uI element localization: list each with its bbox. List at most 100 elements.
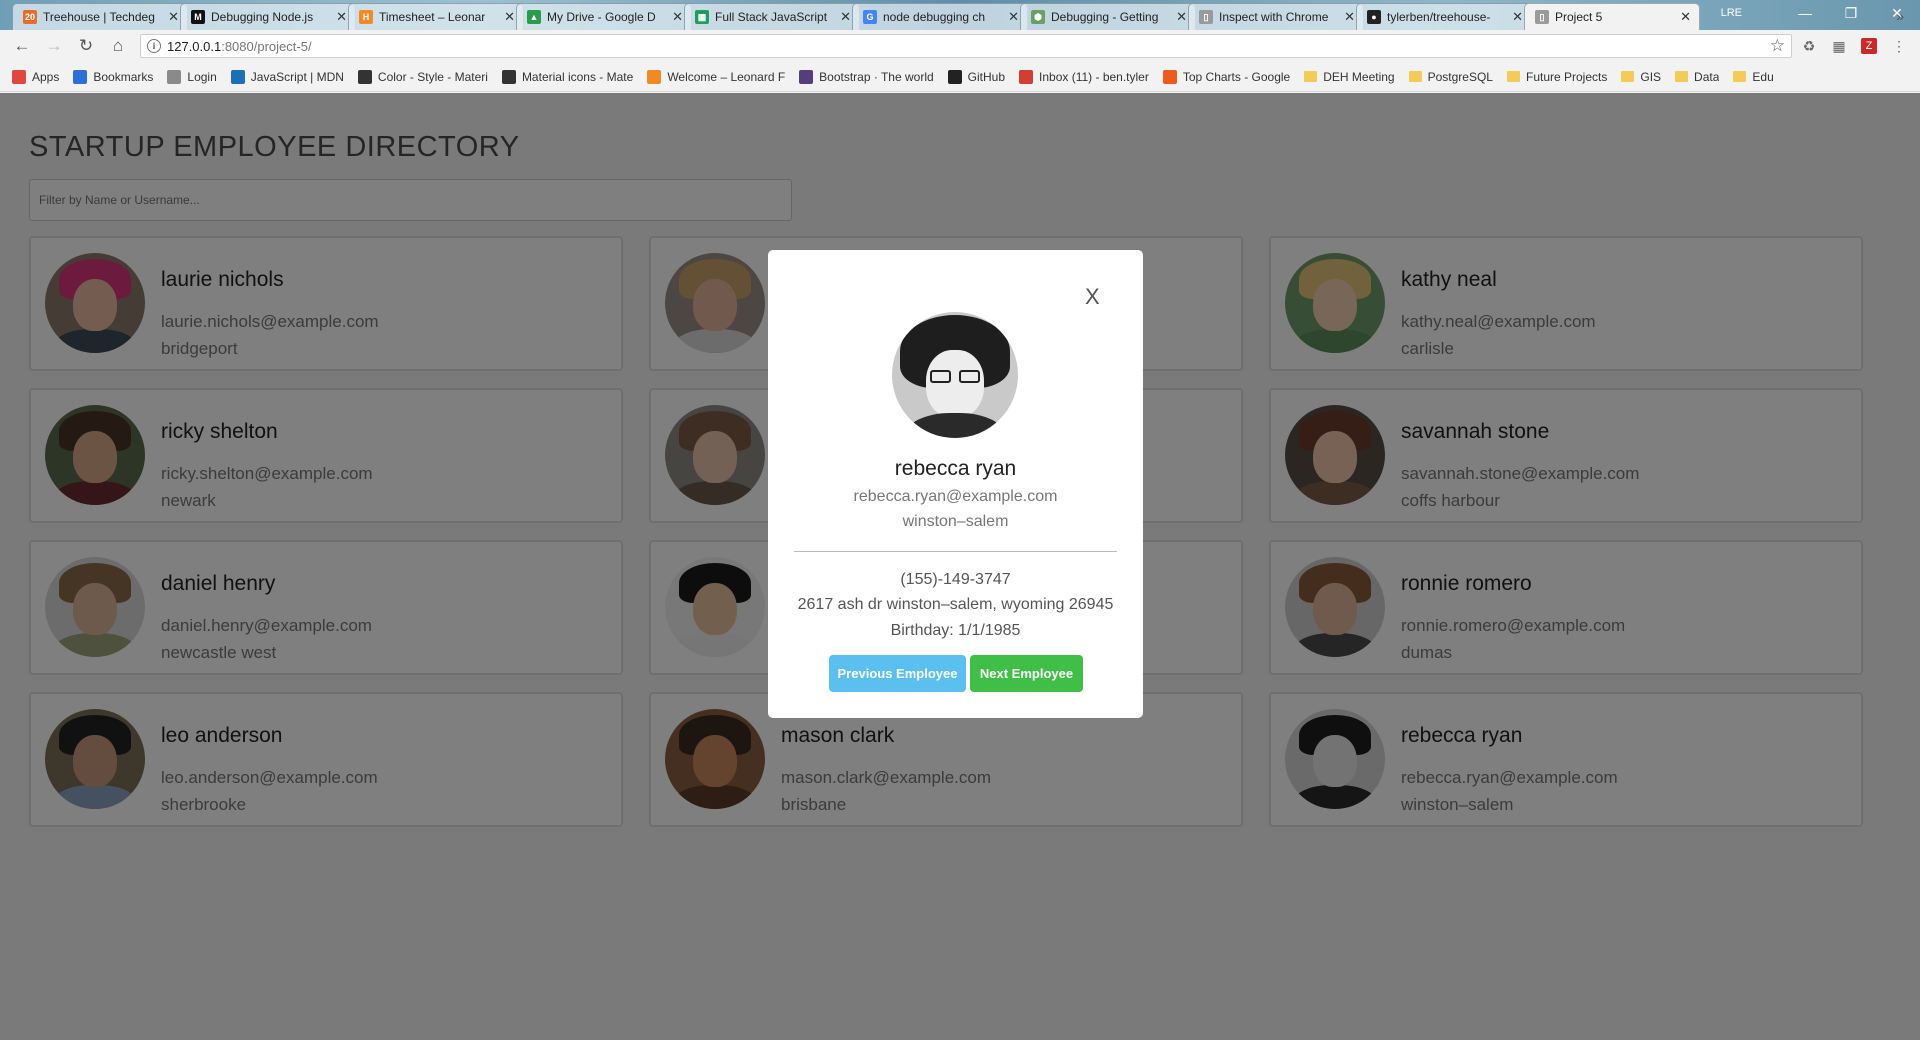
tab-title: Full Stack JavaScript [715,10,828,24]
extension-puzzle-icon[interactable]: ▦ [1826,33,1852,59]
bookmark-label: Data [1694,69,1720,84]
address-bar[interactable]: i 127.0.0.1:8080/project-5/ ☆ [140,34,1792,58]
tab-title: Debugging - Getting [1051,10,1159,24]
bookmark-item[interactable]: Inbox (11) - ben.tyler [1019,69,1149,84]
browser-tab[interactable]: ▲ My Drive - Google D ✕ [516,3,692,30]
folder-icon [1621,71,1635,82]
bookmark-item[interactable]: GitHub [947,69,1005,84]
bookmark-label: Bootstrap · The world [819,69,934,84]
tab-close-icon[interactable]: ✕ [1512,9,1523,25]
modal-close-button[interactable]: X [1085,284,1100,310]
tab-close-icon[interactable]: ✕ [1680,9,1691,25]
tab-close-icon[interactable]: ✕ [1008,9,1019,25]
bookmark-star-icon[interactable]: ☆ [1770,36,1785,56]
tab-title: Timesheet – Leonar [379,10,486,24]
bootstrap-icon [799,69,814,84]
mdn-icon [230,69,245,84]
gmail-icon [1019,69,1034,84]
bookmark-label: Material icons - Mate [521,69,634,84]
browser-tab[interactable]: ▯ Inspect with Chrome ✕ [1188,3,1364,30]
bookmark-item[interactable]: Material icons - Mate [501,69,634,84]
tab-close-icon[interactable]: ✕ [1176,9,1187,25]
profile-label[interactable]: LRE [1721,7,1742,19]
material-icon [357,69,372,84]
bookmark-item[interactable]: Welcome – Leonard F [647,69,785,84]
bookmarks-overflow-icon[interactable]: » [1896,8,1904,24]
tab-close-icon[interactable]: ✕ [168,9,179,25]
bookmark-item[interactable]: Edu [1733,69,1774,84]
tab-favicon-icon: H [359,10,373,24]
window-controls: LRE — ❐ ✕ [1721,0,1920,26]
bookmark-label: GIS [1640,69,1662,84]
previous-employee-button[interactable]: Previous Employee [829,655,966,692]
restore-icon[interactable]: ❐ [1828,0,1874,26]
tab-title: node debugging ch [883,10,986,24]
harvest-icon [647,69,662,84]
modal-birthday: Birthday: 1/1/1985 [890,622,1021,639]
tab-favicon-icon: 20 [23,10,37,24]
browser-tab[interactable]: H Timesheet – Leonar ✕ [348,3,524,30]
browser-tab[interactable]: Gnode debugging ch ✕ [852,3,1028,30]
browser-tab[interactable]: 20 Treehouse | Techdeg ✕ [12,3,188,30]
bookmark-label: Inbox (11) - ben.tyler [1039,69,1149,84]
bookmark-label: Top Charts - Google [1182,69,1291,84]
tab-title: tylerben/treehouse- [1387,10,1491,24]
bookmark-item[interactable]: Login [167,69,217,84]
url-path: :8080/project-5/ [221,38,312,54]
minimize-icon[interactable]: — [1782,0,1828,26]
bookmarks-bar: Apps Bookmarks Login JavaScript | MDN Color … [0,62,1920,92]
browser-tab[interactable]: ● tylerben/treehouse- ✕ [1356,3,1532,30]
bookmark-item[interactable]: PostgreSQL [1408,69,1493,84]
bookmark-item[interactable]: Future Projects [1506,69,1608,84]
folder-icon [1506,71,1520,82]
site-info-icon[interactable]: i [147,39,161,53]
bookmark-item[interactable]: Bootstrap · The world [799,69,934,84]
bookmark-item[interactable]: Top Charts - Google [1162,69,1291,84]
bookmark-label: Login [187,69,217,84]
home-icon[interactable]: ⌂ [104,32,132,60]
bookmark-item[interactable]: Data [1675,70,1719,84]
tab-favicon-icon: ▯ [1535,10,1549,24]
tab-favicon-icon: G [863,10,877,24]
tab-favicon-icon: M [191,10,205,24]
browser-toolbar: ← → ↻ ⌂ i 127.0.0.1:8080/project-5/ ☆ ♻ … [0,30,1920,62]
tab-favicon-icon: ▦ [695,10,709,24]
browser-tab[interactable]: M Debugging Node.js ✕ [180,3,356,30]
forward-icon[interactable]: → [40,32,68,60]
modal-divider [794,551,1117,552]
bookmark-item[interactable]: Apps [12,69,59,84]
bookmark-label: JavaScript | MDN [250,69,344,84]
back-icon[interactable]: ← [8,32,36,60]
bookmark-label: Edu [1752,69,1774,84]
modal-address: 2617 ash dr winston–salem, wyoming 26945 [797,596,1114,613]
lock-icon [167,69,182,84]
menu-kebab-icon[interactable]: ⋮ [1886,33,1912,59]
bookmark-item[interactable]: Bookmarks [73,69,153,84]
extension-recycle-icon[interactable]: ♻ [1796,33,1822,59]
material-icon [501,69,516,84]
tab-favicon-icon: ▯ [1199,10,1213,24]
tab-close-icon[interactable]: ✕ [504,9,515,25]
browser-tab[interactable]: ⬢ Debugging - Getting ✕ [1020,3,1196,30]
browser-tab[interactable]: ▯ Project 5 ✕ [1524,3,1700,30]
tab-close-icon[interactable]: ✕ [672,9,683,25]
bookmark-item[interactable]: GIS [1621,70,1661,84]
reload-icon[interactable]: ↻ [72,32,100,60]
next-employee-button[interactable]: Next Employee [970,655,1083,692]
url-text[interactable]: 127.0.0.1:8080/project-5/ [167,39,1764,54]
bookmark-item[interactable]: DEH Meeting [1304,70,1395,84]
extension-zotero-icon[interactable]: Z [1856,33,1882,59]
tab-close-icon[interactable]: ✕ [840,9,851,25]
employee-modal: X rebecca ryan rebecca.ryan@example.com … [768,250,1143,718]
tab-close-icon[interactable]: ✕ [1344,9,1355,25]
apps-icon [12,69,26,84]
bookmark-label: PostgreSQL [1427,69,1493,84]
folder-icon [1675,71,1689,82]
bookmark-item[interactable]: JavaScript | MDN [230,69,344,84]
bookmark-item[interactable]: Color - Style - Materi [357,69,488,84]
bookmark-label: Future Projects [1525,69,1608,84]
music-icon [1162,69,1177,84]
modal-city: winston–salem [902,513,1009,530]
tab-close-icon[interactable]: ✕ [336,9,347,25]
browser-tab[interactable]: ▦ Full Stack JavaScript ✕ [684,3,860,30]
